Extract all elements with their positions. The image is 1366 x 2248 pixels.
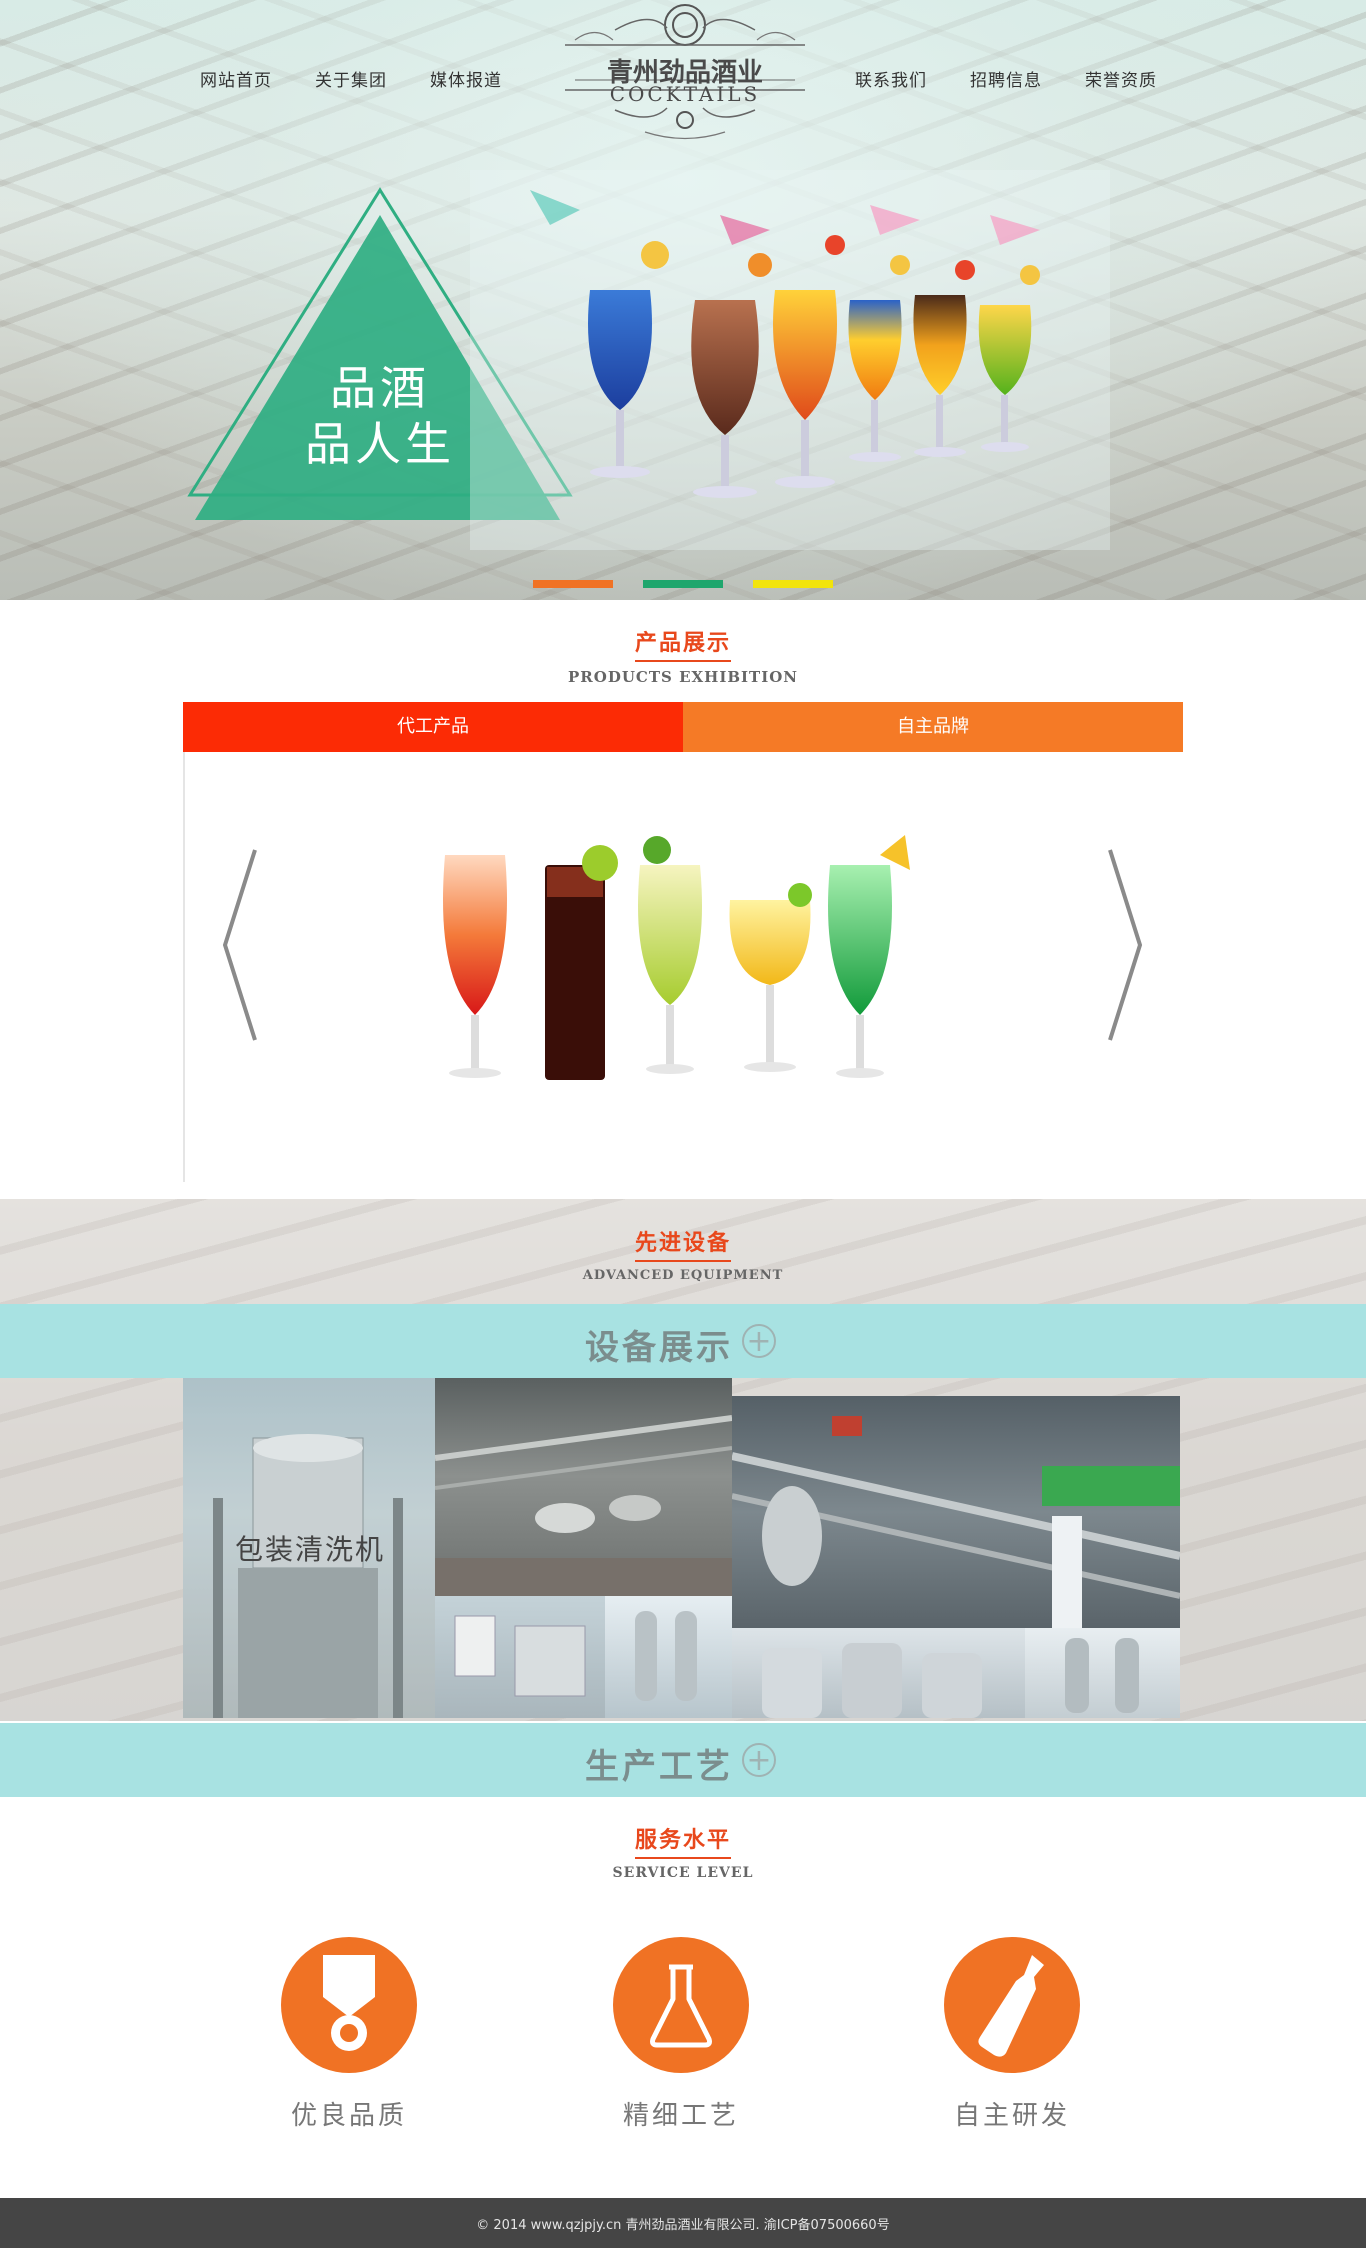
- products-title: 产品展示: [634, 625, 731, 662]
- equipment-photo-silos[interactable]: [732, 1628, 1025, 1718]
- logo-subtitle: COCKTAILS: [609, 82, 761, 106]
- service-craft-button[interactable]: [613, 1937, 749, 2073]
- medal-icon: [323, 1955, 375, 2051]
- service-rnd-label: 自主研发: [953, 2101, 1070, 2131]
- pipes-machine-image: [732, 1416, 1180, 1628]
- plus-icon[interactable]: +: [742, 1743, 776, 1777]
- service-quality-button[interactable]: [281, 1937, 417, 2073]
- product-cocktails-image: [443, 835, 910, 1080]
- hero-cocktails-image: [470, 170, 1110, 550]
- chevron-left-icon[interactable]: [215, 845, 265, 1045]
- flask-icon: [650, 1964, 712, 2048]
- nav-home[interactable]: 网站首页: [200, 66, 272, 91]
- service-rnd-button[interactable]: [944, 1937, 1080, 2073]
- nav-contact[interactable]: 联系我们: [855, 66, 927, 91]
- service-quality-label: 优良品质: [290, 2101, 407, 2131]
- tab-oem-products[interactable]: 代工产品: [183, 702, 683, 752]
- slogan-line-2: 品人生: [305, 417, 455, 471]
- products-heading: 产品展示 PRODUCTS EXHIBITION: [533, 625, 833, 686]
- chevron-right-icon[interactable]: [1100, 845, 1150, 1045]
- production-line-image: [435, 1415, 732, 1596]
- filter-unit-image: [454, 1615, 586, 1697]
- equipment-photo-tanks[interactable]: [605, 1596, 732, 1718]
- service-craft-label: 精细工艺: [622, 2101, 739, 2131]
- service-heading: 服务水平 SERVICE LEVEL: [533, 1822, 833, 1881]
- slider-dot-3[interactable]: [753, 580, 833, 588]
- equipment-subtitle: ADVANCED EQUIPMENT: [582, 1268, 784, 1283]
- footer: © 2014 www.qzjpjy.cn 青州劲品酒业有限公司. 渝ICP备07…: [0, 2198, 1366, 2248]
- equipment-photo-label: 包装清洗机: [235, 1533, 386, 1566]
- bottle-icon: [978, 1955, 1044, 2057]
- hero-slogan: 品酒 品人生: [300, 360, 460, 472]
- filter-pair-image: [1065, 1638, 1139, 1713]
- nav-about[interactable]: 关于集团: [315, 66, 387, 91]
- slider-dot-1[interactable]: [533, 580, 613, 588]
- production-process-band[interactable]: 生产工艺 +: [0, 1723, 1366, 1797]
- logo[interactable]: 青州劲品酒业 COCKTAILS: [555, 0, 815, 145]
- tab-own-brand[interactable]: 自主品牌: [683, 702, 1183, 752]
- equipment-photo-line[interactable]: [435, 1378, 732, 1596]
- equipment-photo-filters2[interactable]: [1025, 1628, 1180, 1718]
- equipment-photo-filter[interactable]: [435, 1596, 605, 1718]
- filter-tanks-image: [635, 1611, 697, 1701]
- silos-image: [762, 1643, 982, 1718]
- nav-honors[interactable]: 荣誉资质: [1085, 66, 1157, 91]
- footer-copyright: © 2014 www.qzjpjy.cn 青州劲品酒业有限公司. 渝ICP备07…: [476, 2218, 890, 2233]
- nav-media[interactable]: 媒体报道: [430, 66, 502, 91]
- nav-jobs[interactable]: 招聘信息: [970, 66, 1042, 91]
- slider-dot-2[interactable]: [643, 580, 723, 588]
- slogan-line-1: 品酒: [330, 361, 430, 415]
- equipment-display-band[interactable]: 设备展示 +: [0, 1304, 1366, 1378]
- plus-icon[interactable]: +: [742, 1324, 776, 1358]
- service-subtitle: SERVICE LEVEL: [612, 1865, 754, 1881]
- products-subtitle: PRODUCTS EXHIBITION: [568, 668, 798, 686]
- service-title: 服务水平: [634, 1822, 731, 1859]
- equipment-photo-pipes[interactable]: [732, 1396, 1180, 1628]
- equipment-heading: 先进设备 ADVANCED EQUIPMENT: [533, 1225, 833, 1283]
- equipment-title: 先进设备: [634, 1225, 731, 1262]
